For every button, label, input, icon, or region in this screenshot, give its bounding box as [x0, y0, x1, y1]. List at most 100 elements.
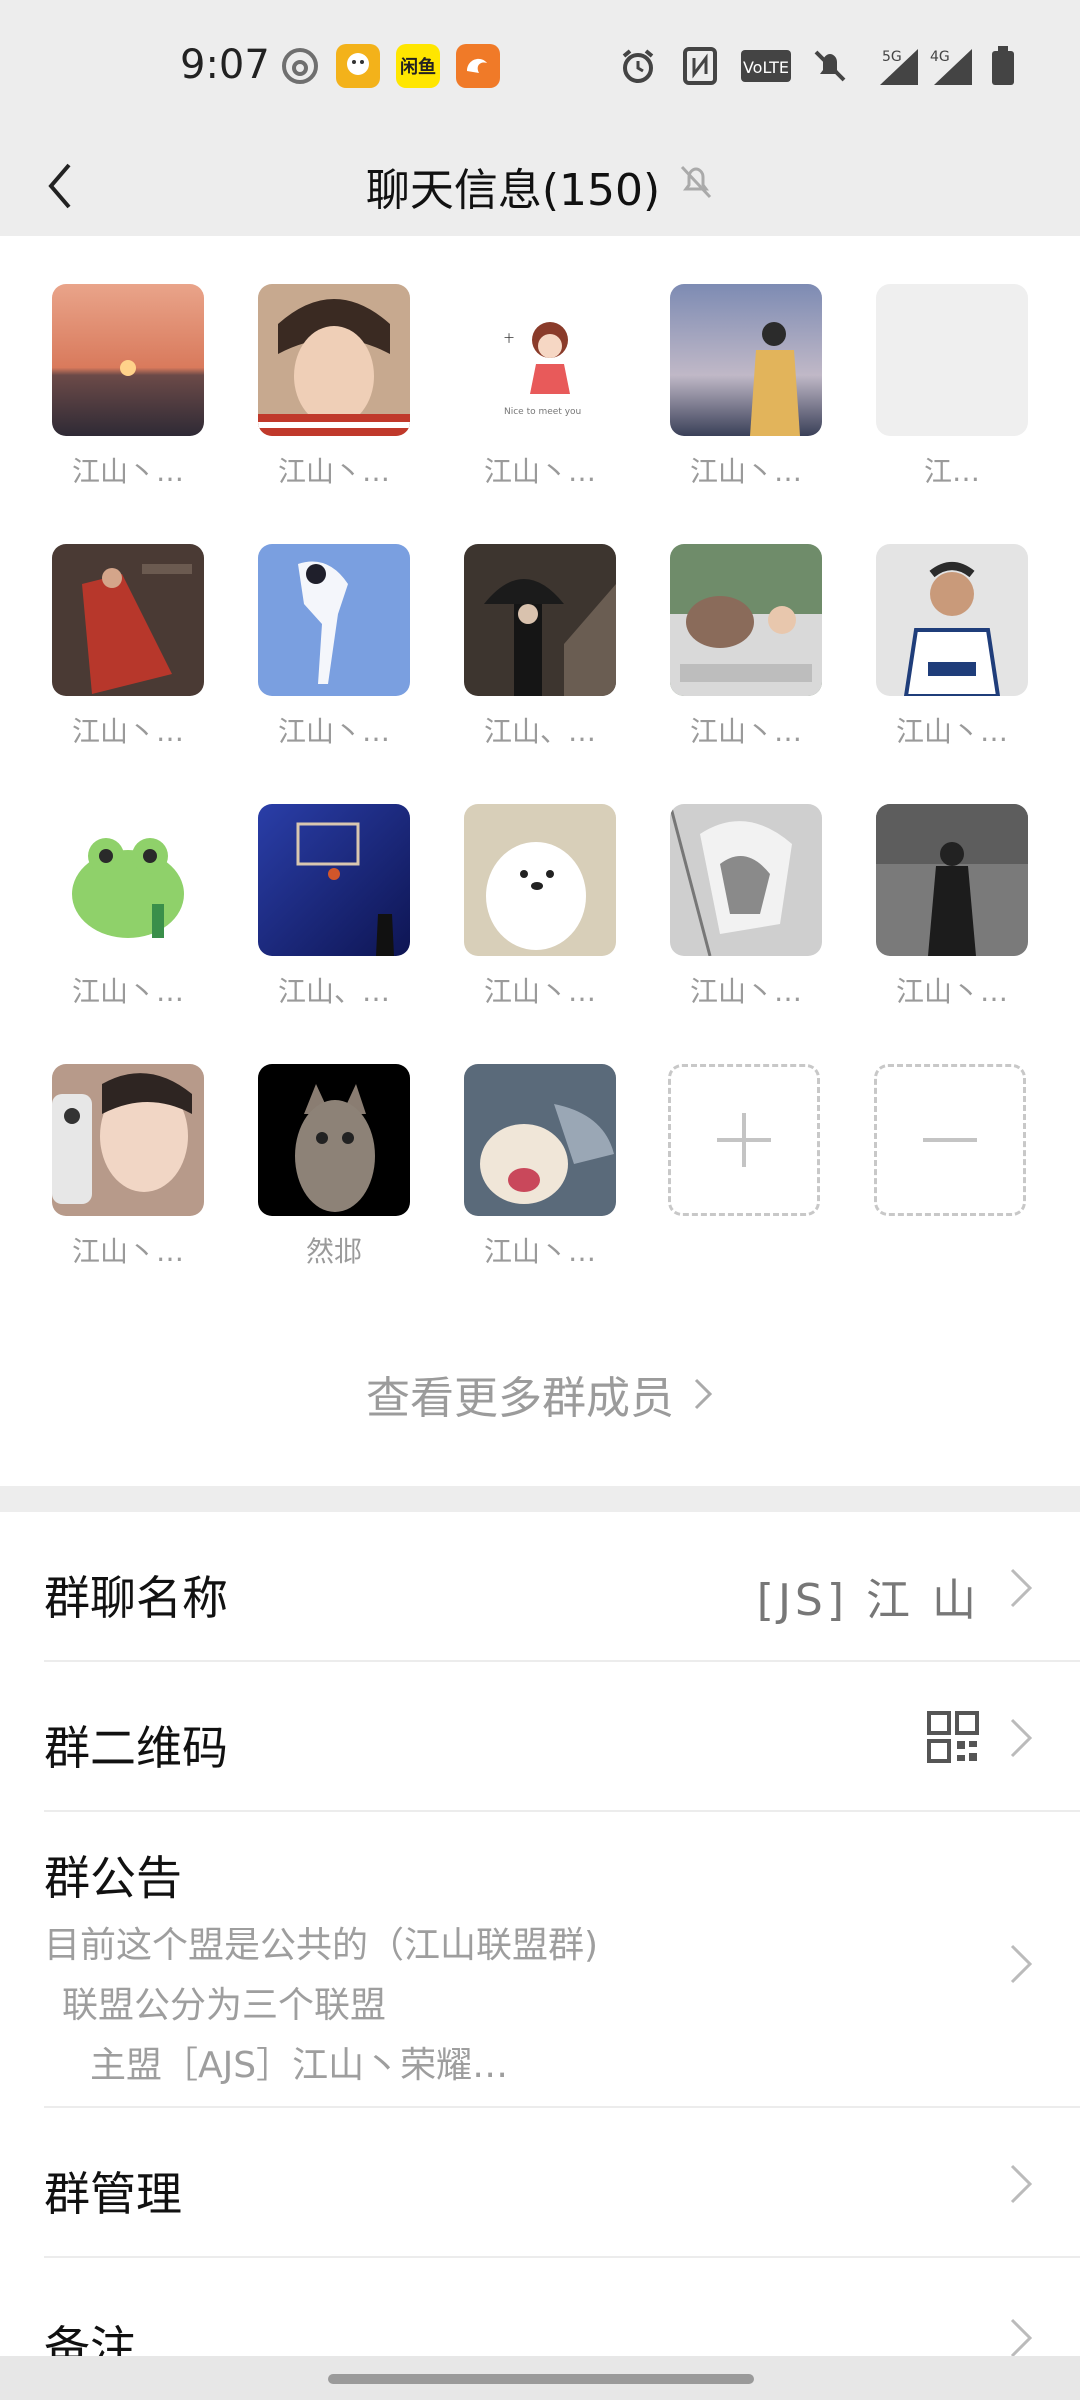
chevron-right-icon: [1010, 2164, 1033, 2204]
svg-text:4G: 4G: [930, 49, 950, 65]
mute-bell-icon: [678, 161, 714, 212]
member-avatar: [464, 804, 616, 956]
member-item[interactable]: 江山丶…: [670, 804, 822, 1010]
volte-icon: VoLTE: [738, 44, 794, 88]
member-item[interactable]: 江山丶…: [52, 544, 204, 750]
nfc-icon: [678, 44, 722, 88]
remark-row[interactable]: 备注: [0, 2258, 1080, 2356]
battery-icon: [988, 44, 1018, 88]
group-notice-row[interactable]: 群公告 目前这个盟是公共的（江山联盟群) 联盟公分为三个联盟 主盟［AJS］江山…: [0, 1812, 1080, 2108]
member-name: 江山丶…: [689, 715, 802, 748]
member-name: 江山丶…: [277, 455, 390, 488]
notice-line: 联盟公分为三个联盟: [62, 1985, 387, 2026]
member-item[interactable]: 江…: [876, 284, 1028, 490]
nav-header: 聊天信息(150): [0, 136, 1080, 236]
member-name: 江山丶…: [483, 455, 596, 488]
member-name: 江山、…: [277, 975, 390, 1008]
member-item[interactable]: 江山丶…: [52, 804, 204, 1010]
member-item[interactable]: 然邶: [258, 1064, 410, 1270]
minus-icon: [923, 1138, 977, 1142]
member-item[interactable]: 江山丶…: [876, 544, 1028, 750]
member-item[interactable]: 江山丶…: [464, 1064, 616, 1270]
netease-music-icon: [278, 44, 322, 88]
alarm-icon: [616, 44, 660, 88]
add-member-button[interactable]: [668, 1064, 820, 1216]
member-item[interactable]: 江山丶…: [52, 1064, 204, 1270]
section-gap: [0, 1486, 1080, 1512]
group-manage-label: 群管理: [44, 2167, 182, 2221]
group-name-value: [JS] 江 山: [756, 1575, 980, 1626]
status-time: 9:07: [180, 42, 270, 88]
member-name: 江山、…: [483, 715, 596, 748]
member-item[interactable]: 江山、…: [464, 544, 616, 750]
member-avatar: [52, 1064, 204, 1216]
xianyu-icon: 闲鱼: [396, 44, 440, 88]
app-ad-icon: [336, 44, 380, 88]
member-item[interactable]: 江山丶…: [52, 284, 204, 490]
member-name: 江山丶…: [71, 715, 184, 748]
group-qr-row[interactable]: 群二维码: [0, 1662, 1080, 1812]
member-name: 江山丶…: [689, 975, 802, 1008]
member-item[interactable]: 江山丶…: [258, 284, 410, 490]
member-avatar: [258, 284, 410, 436]
member-name: 江山丶…: [895, 975, 1008, 1008]
member-avatar: [258, 1064, 410, 1216]
svg-text:十: 十: [504, 332, 514, 345]
member-avatar: [258, 804, 410, 956]
group-name-label: 群聊名称: [44, 1571, 228, 1625]
member-avatar: [876, 804, 1028, 956]
member-item[interactable]: 江山、…: [258, 804, 410, 1010]
member-item[interactable]: 江山丶…: [464, 804, 616, 1010]
group-manage-row[interactable]: 群管理: [0, 2108, 1080, 2258]
view-more-members-link[interactable]: 查看更多群成员: [0, 1362, 1080, 1426]
plus-icon: [717, 1113, 771, 1167]
member-name: 江山丶…: [689, 455, 802, 488]
member-name: 江山丶…: [483, 1235, 596, 1268]
gesture-bar: [0, 2356, 1080, 2400]
member-name: 江山丶…: [71, 455, 184, 488]
member-name: 江山丶…: [895, 715, 1008, 748]
member-name: 然邶: [305, 1235, 362, 1268]
member-item[interactable]: 江山丶…: [876, 804, 1028, 1010]
qr-code-icon: [927, 1711, 979, 1763]
member-avatar: [52, 544, 204, 696]
member-item[interactable]: 江山丶…: [670, 544, 822, 750]
member-avatar: [464, 544, 616, 696]
member-item[interactable]: 十 Nice to meet you 江山丶…: [464, 284, 616, 490]
signal-4g-icon: 4G: [926, 44, 976, 88]
page-title: 聊天信息(150): [365, 165, 661, 216]
member-item[interactable]: 江山丶…: [670, 284, 822, 490]
member-item[interactable]: 江山丶…: [258, 544, 410, 750]
signal-5g-icon: 5G: [862, 44, 922, 88]
svg-text:5G: 5G: [882, 49, 902, 65]
member-avatar: 十 Nice to meet you: [464, 284, 616, 436]
member-avatar: [876, 284, 1028, 436]
uc-browser-icon: [456, 44, 500, 88]
chevron-right-icon: [1010, 1568, 1033, 1608]
svg-text:VoLTE: VoLTE: [743, 58, 789, 77]
group-qr-label: 群二维码: [44, 1721, 228, 1775]
status-bar: 9:07 闲鱼 VoLTE 5G 4G: [0, 0, 1080, 136]
xianyu-label: 闲鱼: [400, 57, 436, 78]
member-avatar: [670, 804, 822, 956]
group-name-row[interactable]: 群聊名称 [JS] 江 山: [0, 1512, 1080, 1662]
home-indicator[interactable]: [328, 2374, 754, 2384]
svg-text:Nice to meet you: Nice to meet you: [504, 407, 581, 417]
member-avatar: [258, 544, 410, 696]
member-grid: 江山丶… 江山丶… 十 Nice to meet you 江山丶… 江山丶… 江… 江山丶… 江…: [0, 236, 1080, 1486]
chevron-right-icon: [1010, 2318, 1033, 2356]
back-chevron-icon: [48, 163, 71, 209]
member-avatar: [464, 1064, 616, 1216]
member-name: 江山丶…: [483, 975, 596, 1008]
group-notice-label: 群公告: [44, 1851, 182, 1905]
member-name: 江山丶…: [71, 1235, 184, 1268]
mute-icon: [808, 44, 852, 88]
remove-member-button[interactable]: [874, 1064, 1026, 1216]
member-name: 江山丶…: [277, 715, 390, 748]
member-avatar: [876, 544, 1028, 696]
member-avatar: [52, 804, 204, 956]
back-button[interactable]: [30, 156, 90, 216]
member-name: 江山丶…: [71, 975, 184, 1008]
member-name: 江…: [923, 455, 980, 488]
chevron-right-icon: [1010, 1718, 1033, 1758]
